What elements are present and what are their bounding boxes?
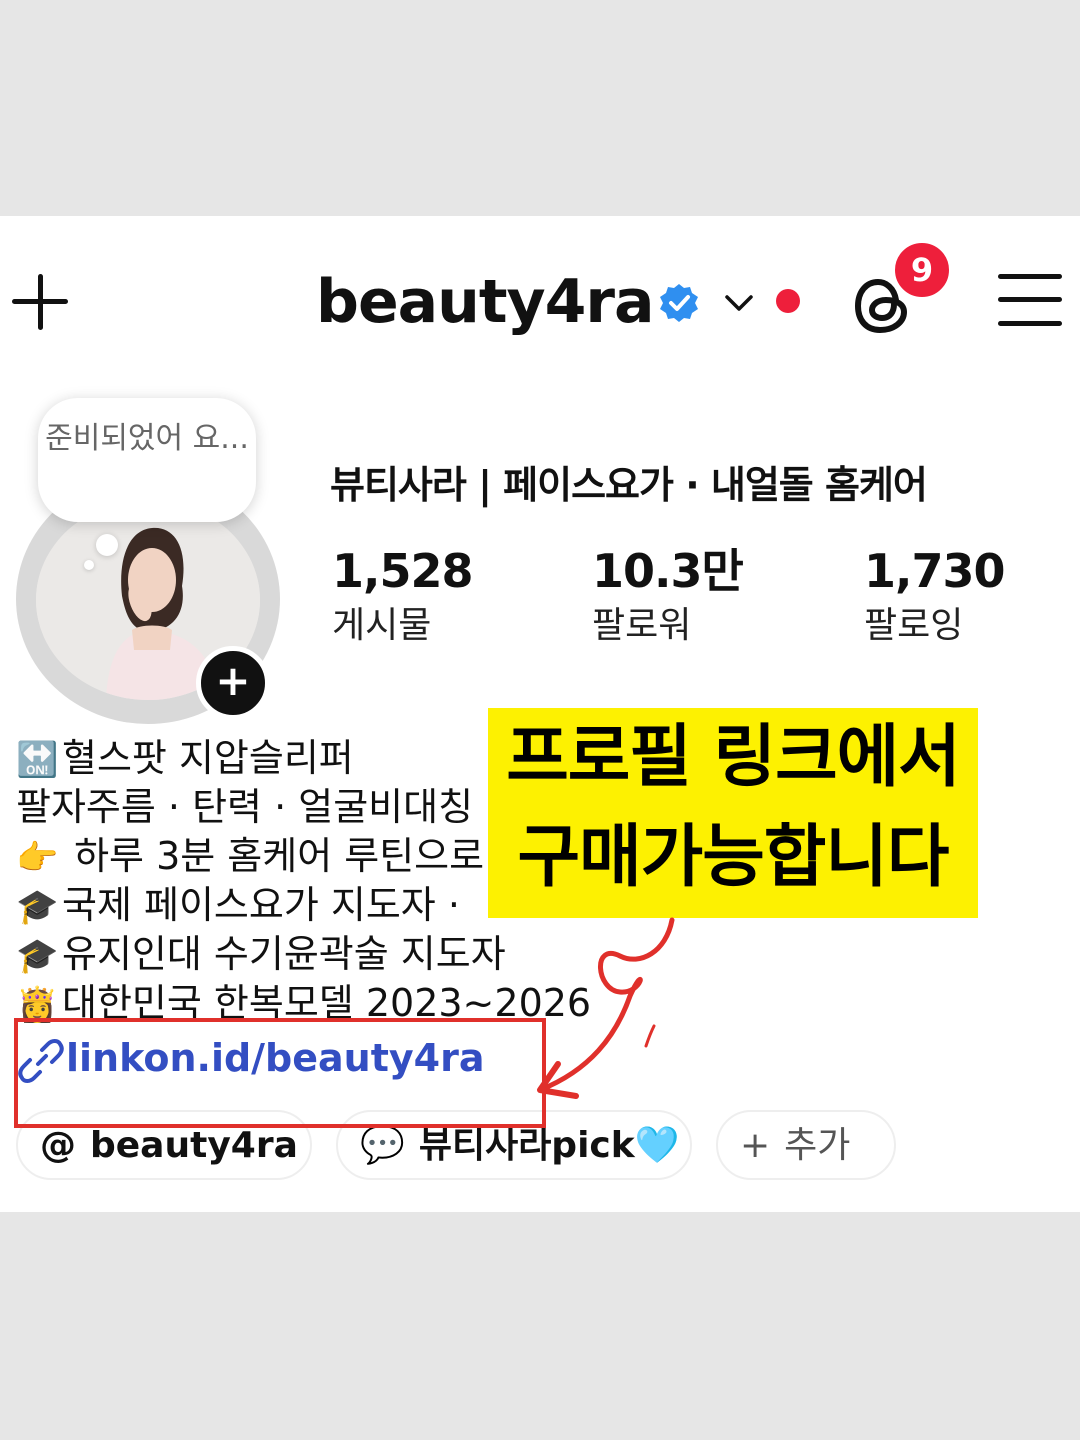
- bio-line-text: 팔자주름 · 탄력 · 얼굴비대칭: [16, 785, 474, 829]
- stat-followers-value: 10.3만: [592, 544, 744, 598]
- stat-followers[interactable]: 10.3만 팔로워: [592, 542, 744, 652]
- note-bubble-tail-small: [84, 560, 94, 570]
- add-pill[interactable]: + 추가: [716, 1110, 896, 1180]
- chevron-down-icon[interactable]: [722, 286, 756, 320]
- add-story-button[interactable]: +: [196, 646, 270, 720]
- stat-following-value: 1,730: [864, 544, 1006, 598]
- stat-following[interactable]: 1,730 팔로잉: [864, 542, 1006, 652]
- bio-line-text: 국제 페이스요가 지도자 ·: [62, 883, 460, 927]
- overlay-caption: 프로필 링크에서 구매가능합니다: [488, 708, 978, 918]
- stat-followers-label: 팔로워: [592, 605, 692, 646]
- plus-icon: +: [740, 1125, 771, 1166]
- graduation-cap-icon: 🎓: [16, 936, 59, 976]
- highlight-box: [14, 1018, 546, 1128]
- stat-following-label: 팔로잉: [864, 605, 964, 646]
- stat-posts-value: 1,528: [332, 544, 474, 598]
- stat-posts-label: 게시물: [332, 605, 432, 646]
- notification-dot: [776, 289, 800, 313]
- create-plus-icon[interactable]: [8, 270, 72, 334]
- annotation-arrow-icon: [537, 917, 675, 1099]
- bio-line-text: 유지인대 수기윤곽술 지도자: [62, 932, 506, 976]
- overlay-caption-line2: 구매가능합니다: [517, 818, 950, 897]
- menu-icon[interactable]: [998, 270, 1062, 330]
- bio-line-text: 혈스팟 지압슬리퍼: [62, 736, 354, 780]
- stat-posts[interactable]: 1,528 게시물: [332, 542, 474, 652]
- note-bubble[interactable]: 준비되었어 요...: [38, 398, 256, 522]
- bio-line-text: 하루 3분 홈케어 루틴으로: [62, 834, 485, 878]
- threads-pill-label: beauty4ra: [90, 1125, 298, 1166]
- threads-notification-badge: 9: [892, 240, 952, 300]
- pointing-hand-icon: 👉: [16, 838, 59, 878]
- graduation-cap-icon: 🎓: [16, 887, 59, 927]
- overlay-caption-line1: 프로필 링크에서: [506, 718, 961, 797]
- on-arrow-icon: 🔛: [16, 740, 59, 780]
- note-bubble-tail: [96, 534, 118, 556]
- add-pill-label: 추가: [784, 1125, 851, 1166]
- verified-badge-icon: [660, 284, 698, 322]
- display-name: 뷰티사라 | 페이스요가 · 내얼돌 홈케어: [330, 463, 928, 507]
- profile-username[interactable]: beauty4ra: [316, 266, 654, 338]
